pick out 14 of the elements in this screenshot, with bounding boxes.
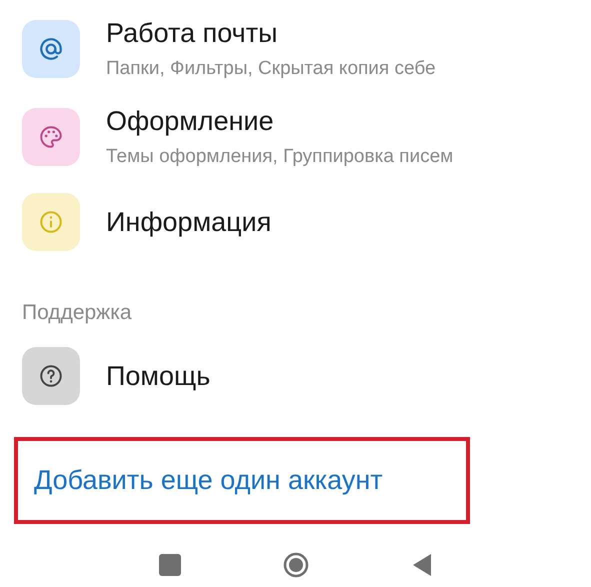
add-account-link[interactable]: Добавить еще один аккаунт (14, 437, 470, 524)
setting-title[interactable]: Информация (106, 206, 272, 238)
info-icon (22, 193, 80, 251)
setting-title[interactable]: Помощь (106, 360, 210, 392)
setting-subtitle: Темы оформления, Группировка писем (106, 145, 454, 169)
setting-title[interactable]: Оформление (106, 105, 454, 137)
help-icon (22, 347, 80, 405)
home-nav-icon[interactable] (282, 552, 308, 578)
at-sign-icon (22, 20, 80, 78)
setting-title[interactable]: Работа почты (106, 17, 436, 49)
square-nav-icon[interactable] (156, 552, 182, 578)
section-header: Поддержка (22, 300, 133, 326)
setting-subtitle: Папки, Фильтры, Скрытая копия себе (106, 57, 436, 81)
palette-icon (22, 108, 80, 166)
